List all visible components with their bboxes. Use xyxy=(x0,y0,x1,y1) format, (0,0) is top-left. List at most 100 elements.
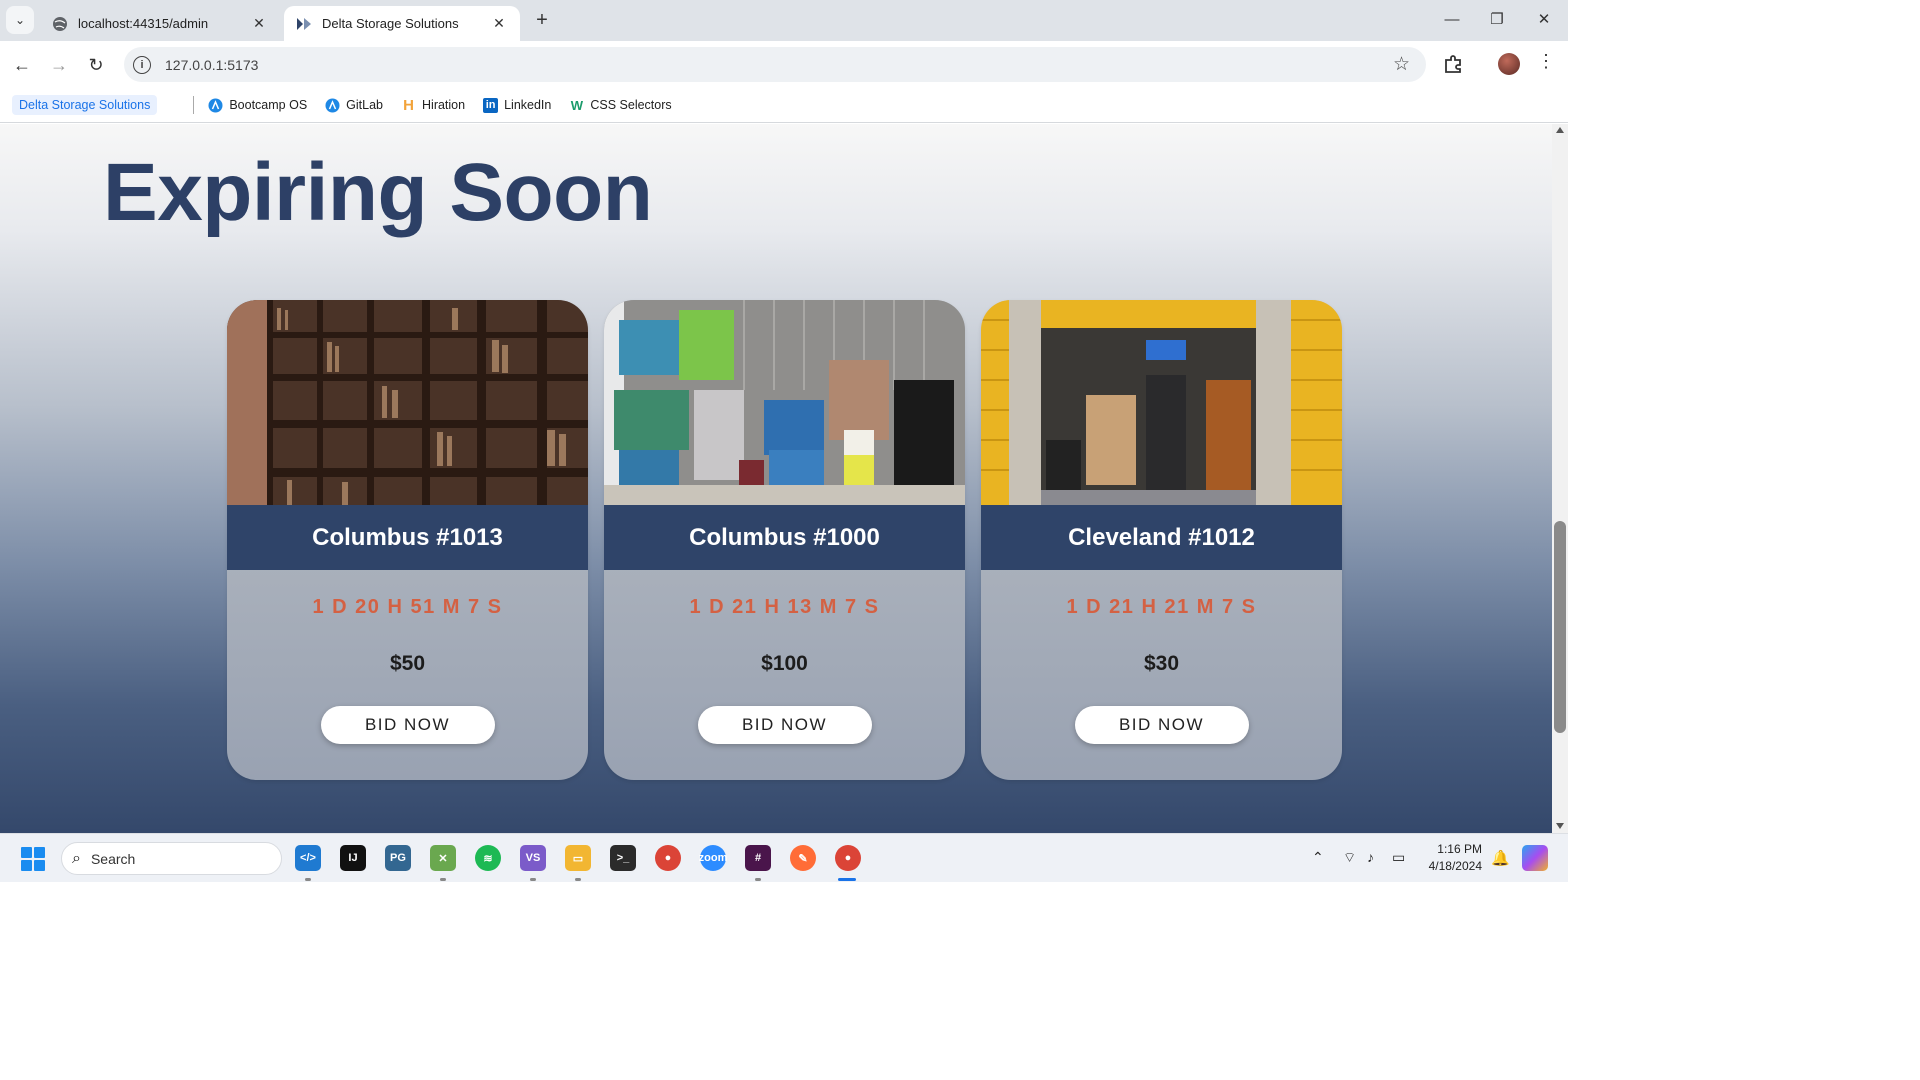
bid-now-button[interactable]: BID NOW xyxy=(1074,706,1249,744)
storage-bins-photo xyxy=(604,300,965,505)
tab-search-button[interactable]: ⌄ xyxy=(6,6,34,34)
reload-icon[interactable]: ↻ xyxy=(83,52,109,78)
bookmark-separator xyxy=(193,96,195,114)
tool-icon[interactable]: ✕ xyxy=(430,845,456,871)
running-indicator xyxy=(575,878,581,881)
tab-title: Delta Storage Solutions xyxy=(322,16,459,31)
chrome-active-icon[interactable]: ● xyxy=(835,845,861,871)
tab-admin[interactable]: localhost:44315/admin ✕ xyxy=(40,6,280,41)
intellij-icon[interactable]: IJ xyxy=(340,845,366,871)
scroll-up-icon[interactable] xyxy=(1556,127,1564,133)
wifi-icon[interactable]: ⌔ xyxy=(1343,849,1356,867)
running-indicator xyxy=(305,878,311,881)
clock-time: 1:16 PM xyxy=(1437,842,1482,856)
active-indicator xyxy=(838,878,856,881)
auction-card: Cleveland #1012 1 D 21 H 21 M 7 S $30 BI… xyxy=(981,300,1342,780)
page-title: Expiring Soon xyxy=(103,147,653,238)
scrollbar-thumb[interactable] xyxy=(1554,521,1566,733)
search-icon: ⌕ xyxy=(72,849,81,867)
visual-studio-icon[interactable]: VS xyxy=(520,845,546,871)
page-scrollbar[interactable] xyxy=(1552,124,1568,833)
browser-toolbar: ← → ↻ i 127.0.0.1:5173 ☆ ⋮ xyxy=(0,41,1568,88)
bookmark-label: Hiration xyxy=(422,98,466,112)
extensions-puzzle-icon[interactable] xyxy=(1443,53,1465,75)
linkedin-icon: in xyxy=(483,97,499,113)
storage-unit-photo xyxy=(981,300,1342,505)
bookmark-css-selectors[interactable]: W CSS Selectors xyxy=(569,97,672,113)
delta-logo-icon xyxy=(296,16,312,32)
bootcamp-icon xyxy=(208,98,223,113)
close-tab-icon[interactable]: ✕ xyxy=(250,15,268,32)
bookmark-label: LinkedIn xyxy=(504,98,552,112)
globe-icon xyxy=(52,16,68,32)
current-price: $100 xyxy=(761,652,808,675)
bookmark-label: GitLab xyxy=(346,98,384,112)
copilot-icon[interactable] xyxy=(1522,845,1548,871)
unit-name: Cleveland #1012 xyxy=(981,505,1342,570)
search-placeholder: Search xyxy=(90,850,136,867)
bookmark-label: Delta Storage Solutions xyxy=(19,98,151,112)
chrome-icon[interactable]: ● xyxy=(655,845,681,871)
bookmark-bootcamp-os[interactable]: Bootcamp OS xyxy=(208,98,307,113)
countdown-timer: 1 D 21 H 13 M 7 S xyxy=(689,596,880,618)
gitlab-icon xyxy=(325,98,340,113)
taskbar-search[interactable]: ⌕ Search xyxy=(61,842,282,875)
postgres-icon[interactable]: PG xyxy=(385,845,411,871)
scroll-down-icon[interactable] xyxy=(1556,823,1564,829)
current-price: $30 xyxy=(1143,652,1180,675)
countdown-timer: 1 D 20 H 51 M 7 S xyxy=(312,596,503,618)
bookmarks-bar: Delta Storage Solutions Bootcamp OS GitL… xyxy=(0,88,1568,123)
running-indicator xyxy=(530,878,536,881)
forward-arrow-icon[interactable]: → xyxy=(46,52,72,78)
close-tab-icon[interactable]: ✕ xyxy=(490,15,508,32)
slack-icon[interactable]: # xyxy=(745,845,771,871)
bookmark-label: Bootcamp OS xyxy=(229,98,308,112)
battery-icon[interactable]: ▭ xyxy=(1392,849,1405,866)
new-tab-button[interactable]: + xyxy=(530,8,554,32)
tab-delta-storage[interactable]: Delta Storage Solutions ✕ xyxy=(284,6,520,41)
show-hidden-icons-icon[interactable]: ⌃ xyxy=(1312,849,1324,866)
countdown-timer: 1 D 21 H 21 M 7 S xyxy=(1066,596,1257,618)
site-info-icon[interactable]: i xyxy=(133,55,151,74)
hiration-icon: H xyxy=(403,96,414,114)
url-text: 127.0.0.1:5173 xyxy=(165,56,259,73)
current-price: $50 xyxy=(389,652,426,675)
bid-now-button[interactable]: BID NOW xyxy=(320,706,495,744)
bookmark-label: CSS Selectors xyxy=(590,98,672,112)
browser-menu-icon[interactable]: ⋮ xyxy=(1537,51,1555,72)
terminal-icon[interactable]: >_ xyxy=(610,845,636,871)
restore-icon[interactable]: ❐ xyxy=(1485,8,1509,32)
windows-start-icon[interactable] xyxy=(21,847,45,871)
bookmark-gitlab[interactable]: GitLab xyxy=(325,98,383,113)
bid-now-button[interactable]: BID NOW xyxy=(697,706,872,744)
auction-card: Columbus #1013 1 D 20 H 51 M 7 S $50 BID… xyxy=(227,300,588,780)
unit-name: Columbus #1013 xyxy=(227,505,588,570)
bookmark-hiration[interactable]: H Hiration xyxy=(401,96,466,114)
browser-tab-bar: ⌄ localhost:44315/admin ✕ Delta Storage … xyxy=(0,0,1568,41)
notification-bell-icon[interactable]: 🔔 xyxy=(1491,849,1510,867)
running-indicator xyxy=(755,878,761,881)
back-arrow-icon[interactable]: ← xyxy=(9,52,35,78)
running-indicator xyxy=(440,878,446,881)
spotify-icon[interactable]: ≋ xyxy=(475,845,501,871)
bookmark-linkedin[interactable]: in LinkedIn xyxy=(483,97,552,113)
volume-icon[interactable]: ♪ xyxy=(1367,849,1374,865)
bookmark-star-icon[interactable]: ☆ xyxy=(1393,53,1410,76)
bookmark-delta-storage[interactable]: Delta Storage Solutions xyxy=(12,95,158,115)
windows-taskbar: ⌕ Search </> IJ PG ✕ ≋ VS ▭ >_ ● zoom # … xyxy=(0,833,1568,882)
unit-name: Columbus #1000 xyxy=(604,505,965,570)
vscode-icon[interactable]: </> xyxy=(295,845,321,871)
page-viewport: Expiring Soon Columbus #1013 1 D 20 H 51… xyxy=(0,124,1552,833)
minimize-icon[interactable]: — xyxy=(1440,8,1464,32)
css-icon: W xyxy=(570,97,583,113)
close-window-icon[interactable]: ✕ xyxy=(1532,8,1556,32)
auction-card: Columbus #1000 1 D 21 H 13 M 7 S $100 BI… xyxy=(604,300,965,780)
clock-date: 4/18/2024 xyxy=(1428,859,1482,873)
tab-title: localhost:44315/admin xyxy=(78,16,209,31)
zoom-icon[interactable]: zoom xyxy=(699,845,727,871)
postman-icon[interactable]: ✎ xyxy=(790,845,816,871)
profile-avatar[interactable] xyxy=(1498,53,1520,75)
file-explorer-icon[interactable]: ▭ xyxy=(565,845,591,871)
address-bar[interactable]: i 127.0.0.1:5173 ☆ xyxy=(124,47,1426,82)
system-clock[interactable]: 1:16 PM 4/18/2024 xyxy=(1420,841,1482,875)
